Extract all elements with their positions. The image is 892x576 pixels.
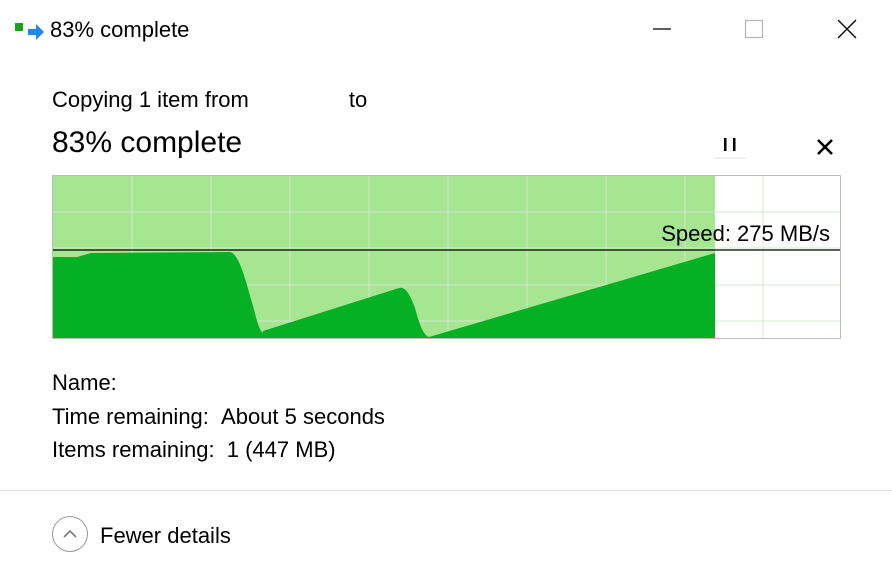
time-remaining-label: Time remaining: <box>52 403 209 429</box>
copy-summary: Copying 1 item from to <box>52 86 367 114</box>
speed-graph-canvas <box>53 176 840 338</box>
speed-label: Speed: 275 MB/s <box>661 221 830 246</box>
copy-prefix-text: Copying 1 item from <box>52 87 249 112</box>
name-label: Name: <box>52 370 117 395</box>
toggle-circle <box>52 516 88 552</box>
close-window-button[interactable] <box>824 0 870 58</box>
window-title: 83% complete <box>50 17 190 42</box>
maximize-icon <box>744 19 764 39</box>
items-remaining-row: Items remaining: 1 (447 MB) <box>52 433 385 467</box>
chevron-up-icon <box>63 529 77 538</box>
cancel-button[interactable] <box>810 132 840 160</box>
file-copy-dialog: 83% complete Copying 1 item from to 83% c… <box>0 0 892 576</box>
fewer-details-label: Fewer details <box>100 523 231 548</box>
maximize-button[interactable] <box>731 0 777 58</box>
copy-to-text: to <box>348 87 368 112</box>
pause-icon <box>714 138 746 159</box>
transfer-speed-graph: Speed: 275 MB/s <box>52 175 841 339</box>
title-bar[interactable]: 83% complete <box>0 0 892 58</box>
copy-transfer-icon <box>14 20 46 44</box>
cancel-icon <box>817 139 833 155</box>
progress-heading: 83% complete <box>52 126 243 159</box>
items-remaining-value: 1 (447 MB) <box>226 437 336 462</box>
items-remaining-label: Items remaining: <box>52 437 215 462</box>
name-row: Name: <box>52 366 385 400</box>
minimize-icon <box>653 28 671 30</box>
details-panel: Name: Time remaining: About 5 seconds It… <box>52 366 385 467</box>
pause-button[interactable] <box>712 132 748 160</box>
time-remaining-row: Time remaining: About 5 seconds <box>52 400 385 434</box>
time-remaining-value: About 5 seconds <box>221 403 385 429</box>
close-icon <box>837 19 857 39</box>
minimize-button[interactable] <box>639 0 685 58</box>
footer-divider <box>0 490 892 491</box>
